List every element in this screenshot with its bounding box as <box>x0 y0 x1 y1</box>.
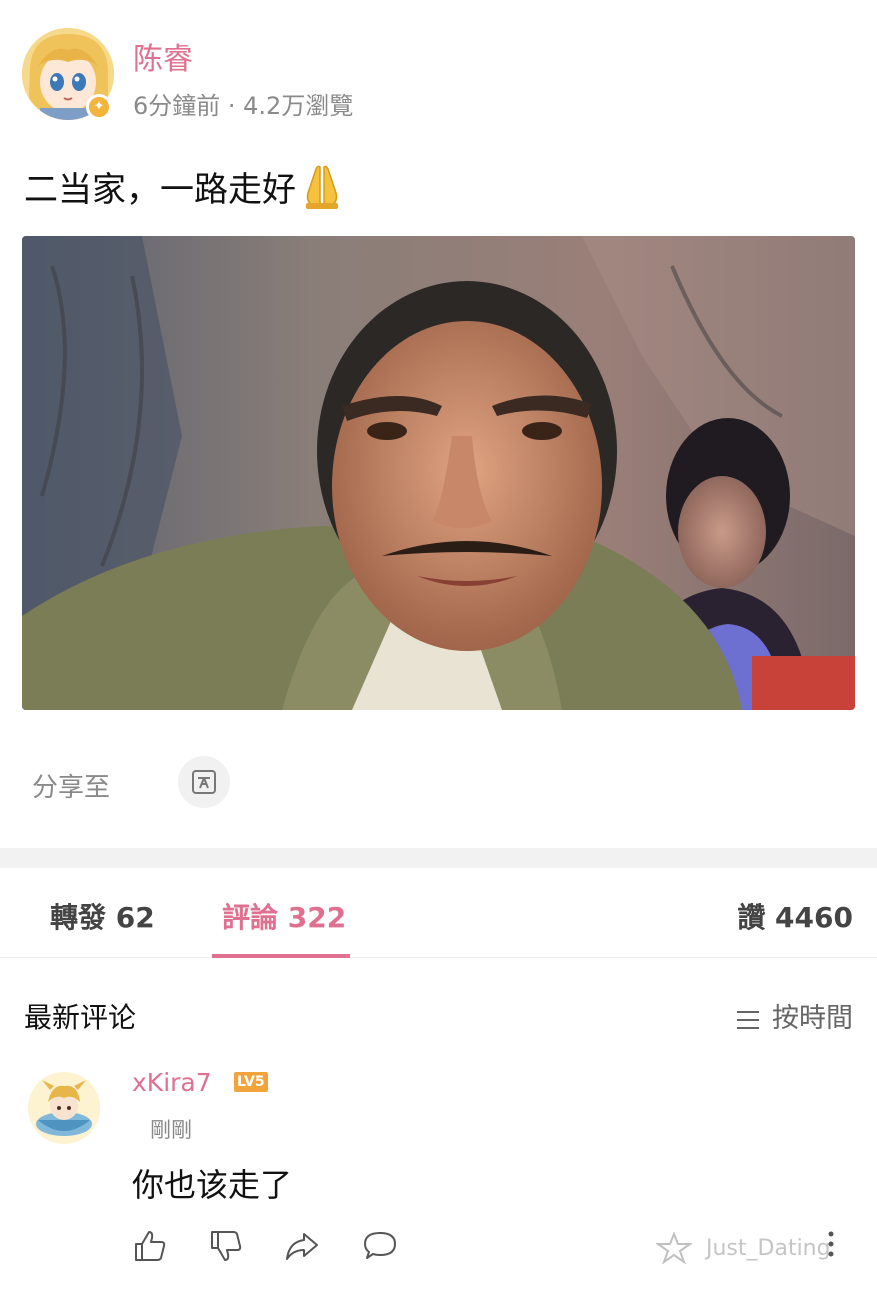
forward-icon <box>286 1233 318 1260</box>
post-card: ✦ 陈睿 6分鐘前 · 4.2万瀏覽 二当家，一路走好 分享至 <box>0 0 877 848</box>
comment-icon <box>364 1232 396 1259</box>
tab-repost[interactable]: 轉發 62 <box>50 896 155 936</box>
comment-text: 你也该走了 <box>132 1166 293 1204</box>
comment-time: 剛剛 <box>150 1118 192 1142</box>
commenter-name[interactable]: xKira7 <box>132 1068 212 1097</box>
thumbs-down-icon <box>211 1231 242 1261</box>
tab-comments[interactable]: 評論 322 <box>222 896 346 936</box>
tab-likes[interactable]: 讚 4460 <box>737 896 853 936</box>
author-name[interactable]: 陈睿 <box>133 34 193 78</box>
like-button[interactable] <box>132 1228 168 1264</box>
section-divider <box>0 848 877 868</box>
tab-bar: 轉發 62 評論 322 讚 4460 <box>0 868 877 958</box>
dislike-button[interactable] <box>208 1228 244 1264</box>
post-meta: 6分鐘前 · 4.2万瀏覽 <box>133 92 354 120</box>
vip-badge-icon: ✦ <box>86 94 112 120</box>
share-icon <box>192 770 216 794</box>
sort-label: 按時間 <box>772 1003 853 1034</box>
share-button[interactable] <box>178 756 230 808</box>
forward-button[interactable] <box>284 1228 320 1264</box>
sort-button[interactable]: 按時間 <box>736 996 853 1035</box>
reply-button[interactable] <box>362 1228 398 1264</box>
comments-section-title: 最新评论 <box>24 1001 137 1034</box>
post-text-content: 二当家，一路走好 <box>24 170 296 210</box>
level-badge: LV5 <box>234 1072 268 1092</box>
pray-emoji-icon <box>300 163 344 209</box>
sort-icon <box>736 1006 760 1029</box>
share-label: 分享至 <box>32 773 111 803</box>
watermark: Just_Dating <box>656 1232 831 1264</box>
watermark-text: Just_Dating <box>706 1235 831 1261</box>
post-text: 二当家，一路走好 <box>24 162 344 211</box>
active-tab-indicator <box>212 954 350 958</box>
thumbs-up-icon <box>135 1231 166 1261</box>
watermark-logo-icon <box>656 1232 692 1264</box>
post-image[interactable] <box>22 236 855 710</box>
commenter-avatar[interactable] <box>28 1072 100 1144</box>
